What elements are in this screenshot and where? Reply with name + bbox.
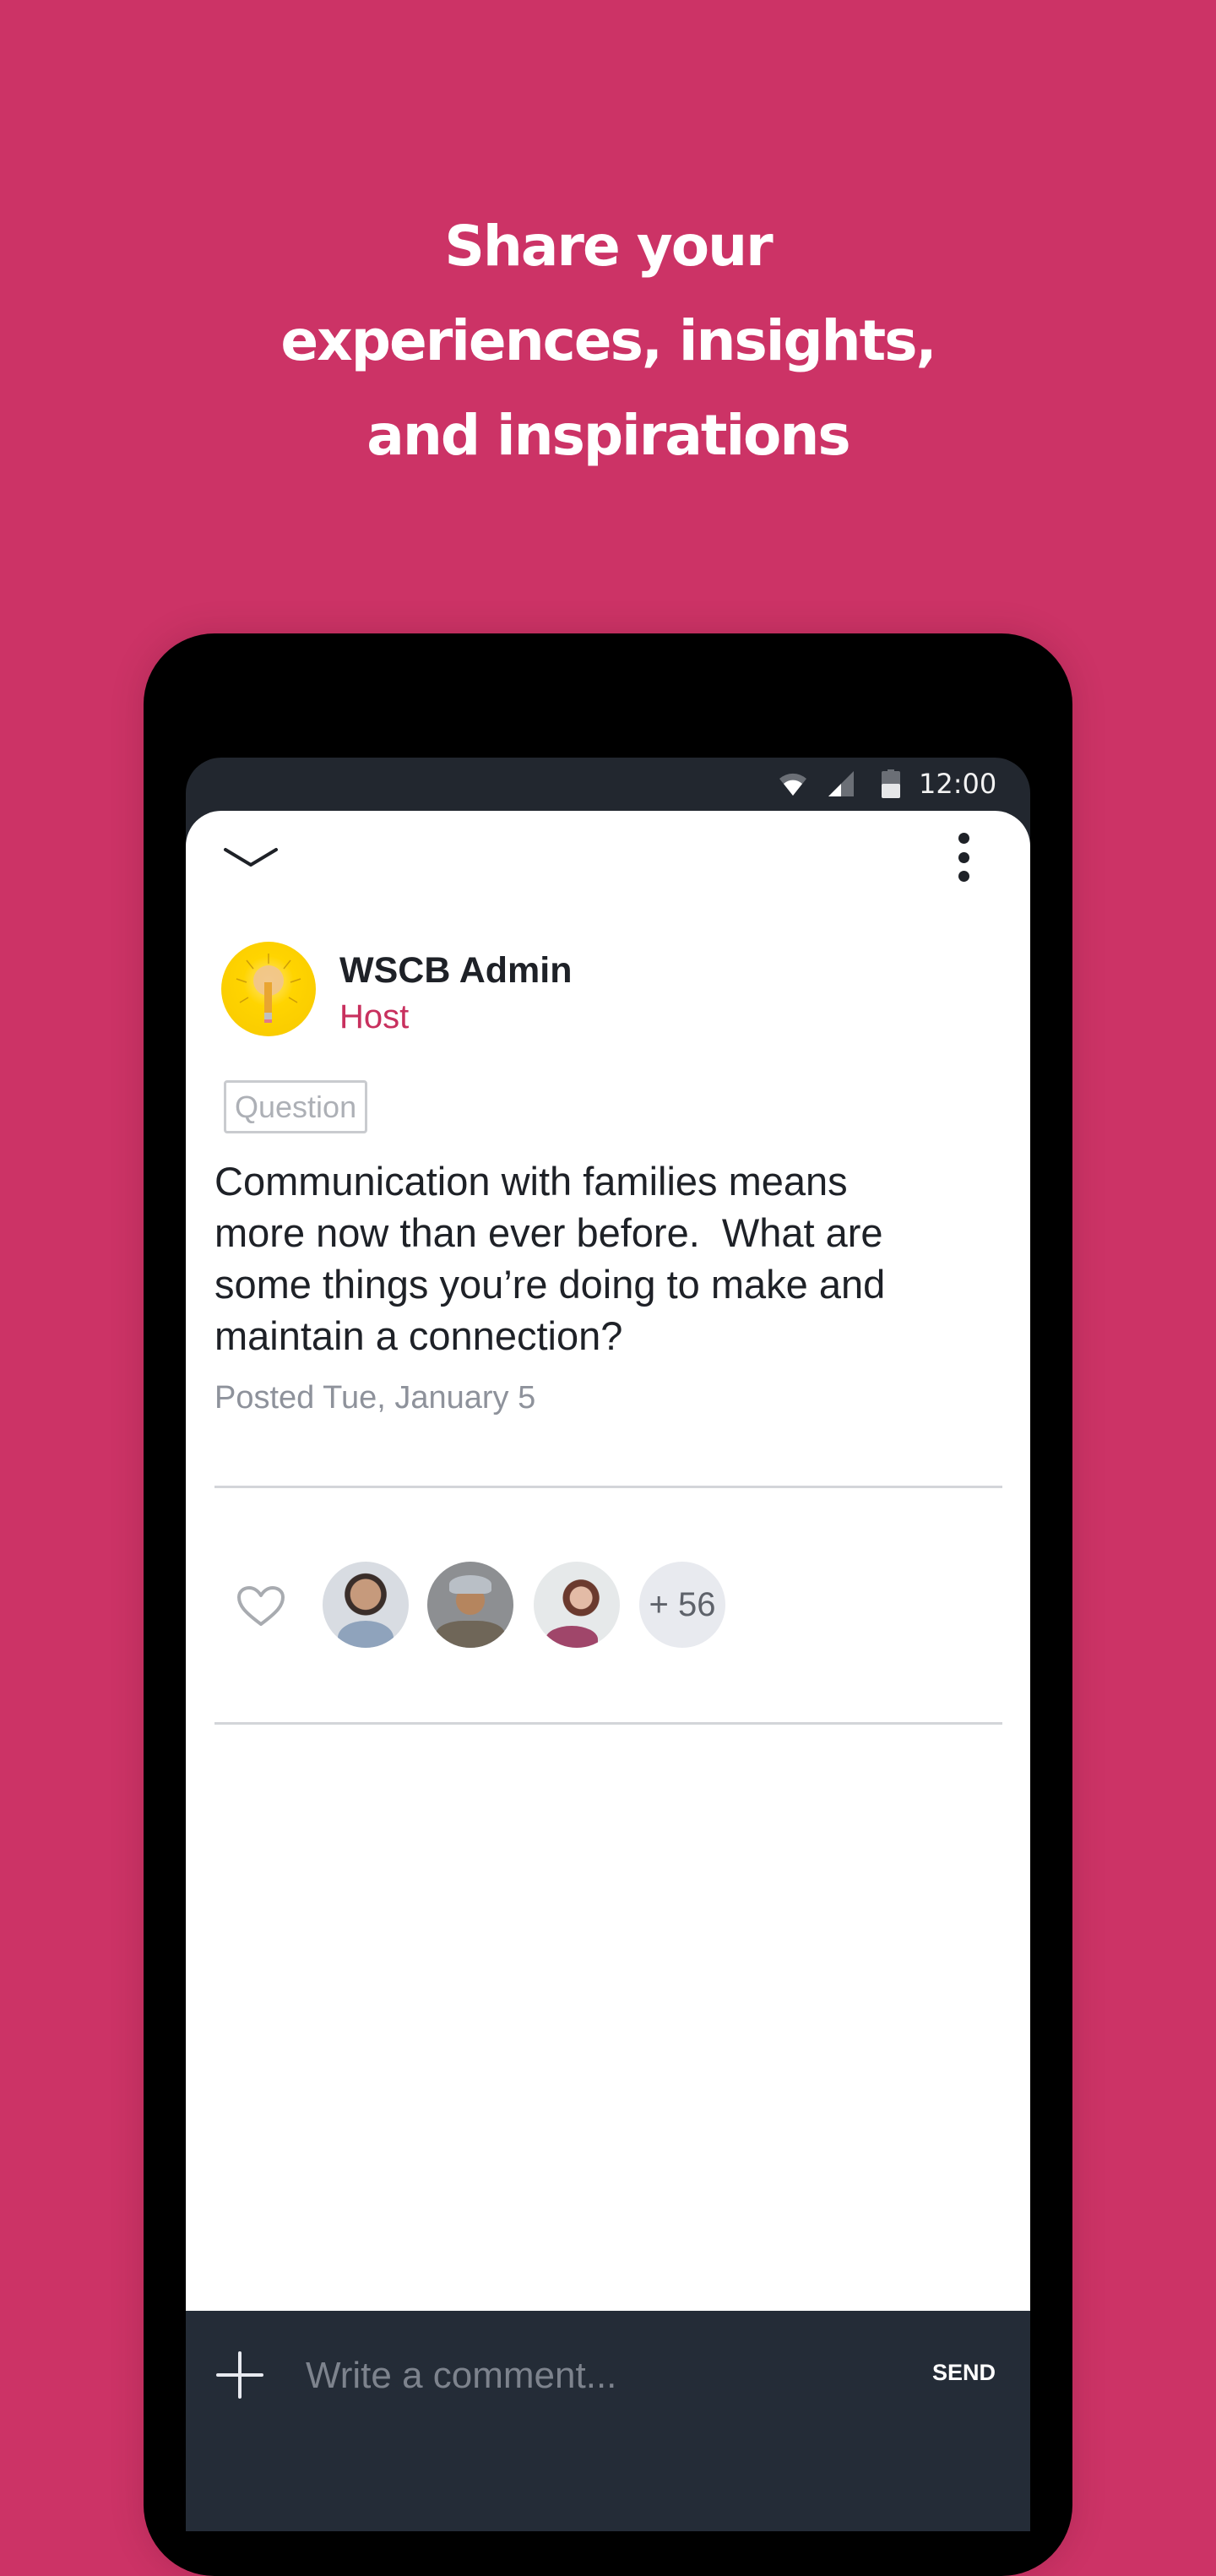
comment-input[interactable] xyxy=(304,2345,898,2407)
menu-dot xyxy=(958,833,969,844)
post-date: Posted Tue, January 5 xyxy=(214,1380,536,1416)
phone-frame: 12:00 WSCB Admin Host Question Communica… xyxy=(144,633,1072,2576)
battery-icon xyxy=(882,769,900,798)
menu-dot xyxy=(958,852,969,863)
divider xyxy=(214,1722,1002,1725)
post-body: Communication with families means more n… xyxy=(214,1159,886,1358)
status-time: 12:00 xyxy=(919,768,997,800)
post-type-tag: Question xyxy=(224,1080,368,1133)
send-button[interactable]: SEND xyxy=(932,2358,996,2387)
status-bar: 12:00 xyxy=(186,758,1030,812)
signal-icon xyxy=(828,771,854,796)
author-name[interactable]: WSCB Admin xyxy=(339,949,573,992)
liker-avatar[interactable] xyxy=(534,1562,620,1648)
heart-icon[interactable] xyxy=(236,1585,285,1628)
author-avatar[interactable] xyxy=(221,942,316,1036)
menu-dot xyxy=(958,871,969,882)
headline-line-3: and inspirations xyxy=(366,403,850,468)
comment-composer: SEND xyxy=(186,2311,1030,2531)
chevron-down-icon[interactable] xyxy=(223,846,279,870)
promo-headline: Share your experiences, insights, and in… xyxy=(0,199,1216,483)
more-vertical-icon[interactable] xyxy=(950,829,979,889)
headline-line-1: Share your xyxy=(444,214,773,279)
liker-avatar[interactable] xyxy=(427,1562,513,1648)
pencil-lightbulb-icon xyxy=(236,954,301,1023)
author-role-badge: Host xyxy=(339,998,410,1035)
wifi-icon xyxy=(779,773,806,796)
headline-line-2: experiences, insights, xyxy=(280,308,936,373)
phone-screen: 12:00 WSCB Admin Host Question Communica… xyxy=(186,758,1030,2531)
divider xyxy=(214,1486,1002,1488)
more-likers-count[interactable]: + 56 xyxy=(639,1562,725,1648)
liker-avatar[interactable] xyxy=(323,1562,409,1648)
plus-icon[interactable] xyxy=(216,2351,263,2399)
post-detail-card: WSCB Admin Host Question Communication w… xyxy=(186,811,1030,2311)
